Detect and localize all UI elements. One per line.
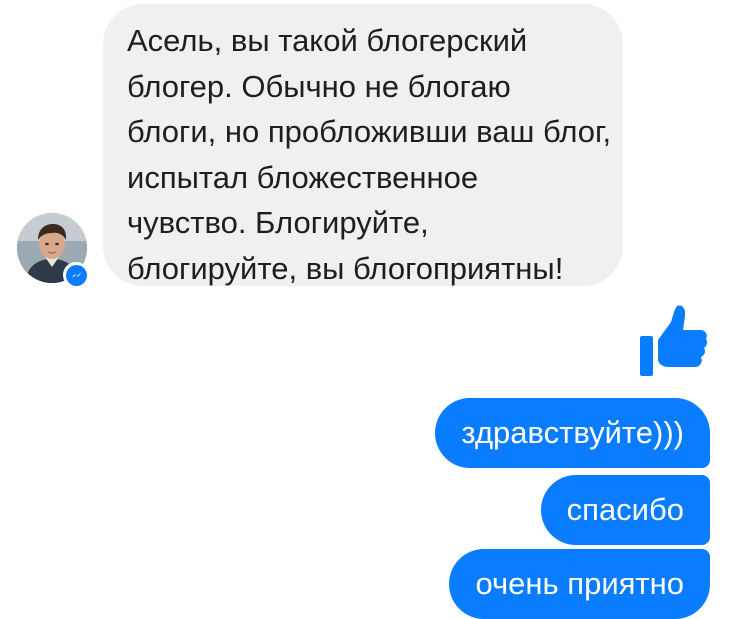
message-line: блогируйте, вы блогоприятны! [127, 250, 564, 286]
outgoing-message-bubble[interactable]: здравствуйте))) [435, 398, 710, 468]
message-line: Асель, вы такой блогерский [127, 23, 528, 58]
message-line: чувство. Блогируйте, [127, 205, 429, 240]
conversation-thread: Асель, вы такой блогерский блогер. Обычн… [0, 0, 750, 619]
messenger-icon [65, 264, 87, 286]
message-line: блоги, но пробложивши ваш блог, [127, 114, 612, 149]
message-line: блогер. Обычно не блогаю [127, 68, 511, 104]
outgoing-message-bubble[interactable]: спасибо [540, 475, 710, 545]
message-line: испытал бложественное [127, 159, 479, 195]
thumbs-up-icon[interactable] [638, 304, 708, 376]
outgoing-message-bubble[interactable]: очень приятно [449, 549, 710, 619]
messenger-badge [63, 262, 89, 288]
incoming-message-bubble[interactable]: Асель, вы такой блогерский блогер. Обычн… [103, 4, 623, 286]
